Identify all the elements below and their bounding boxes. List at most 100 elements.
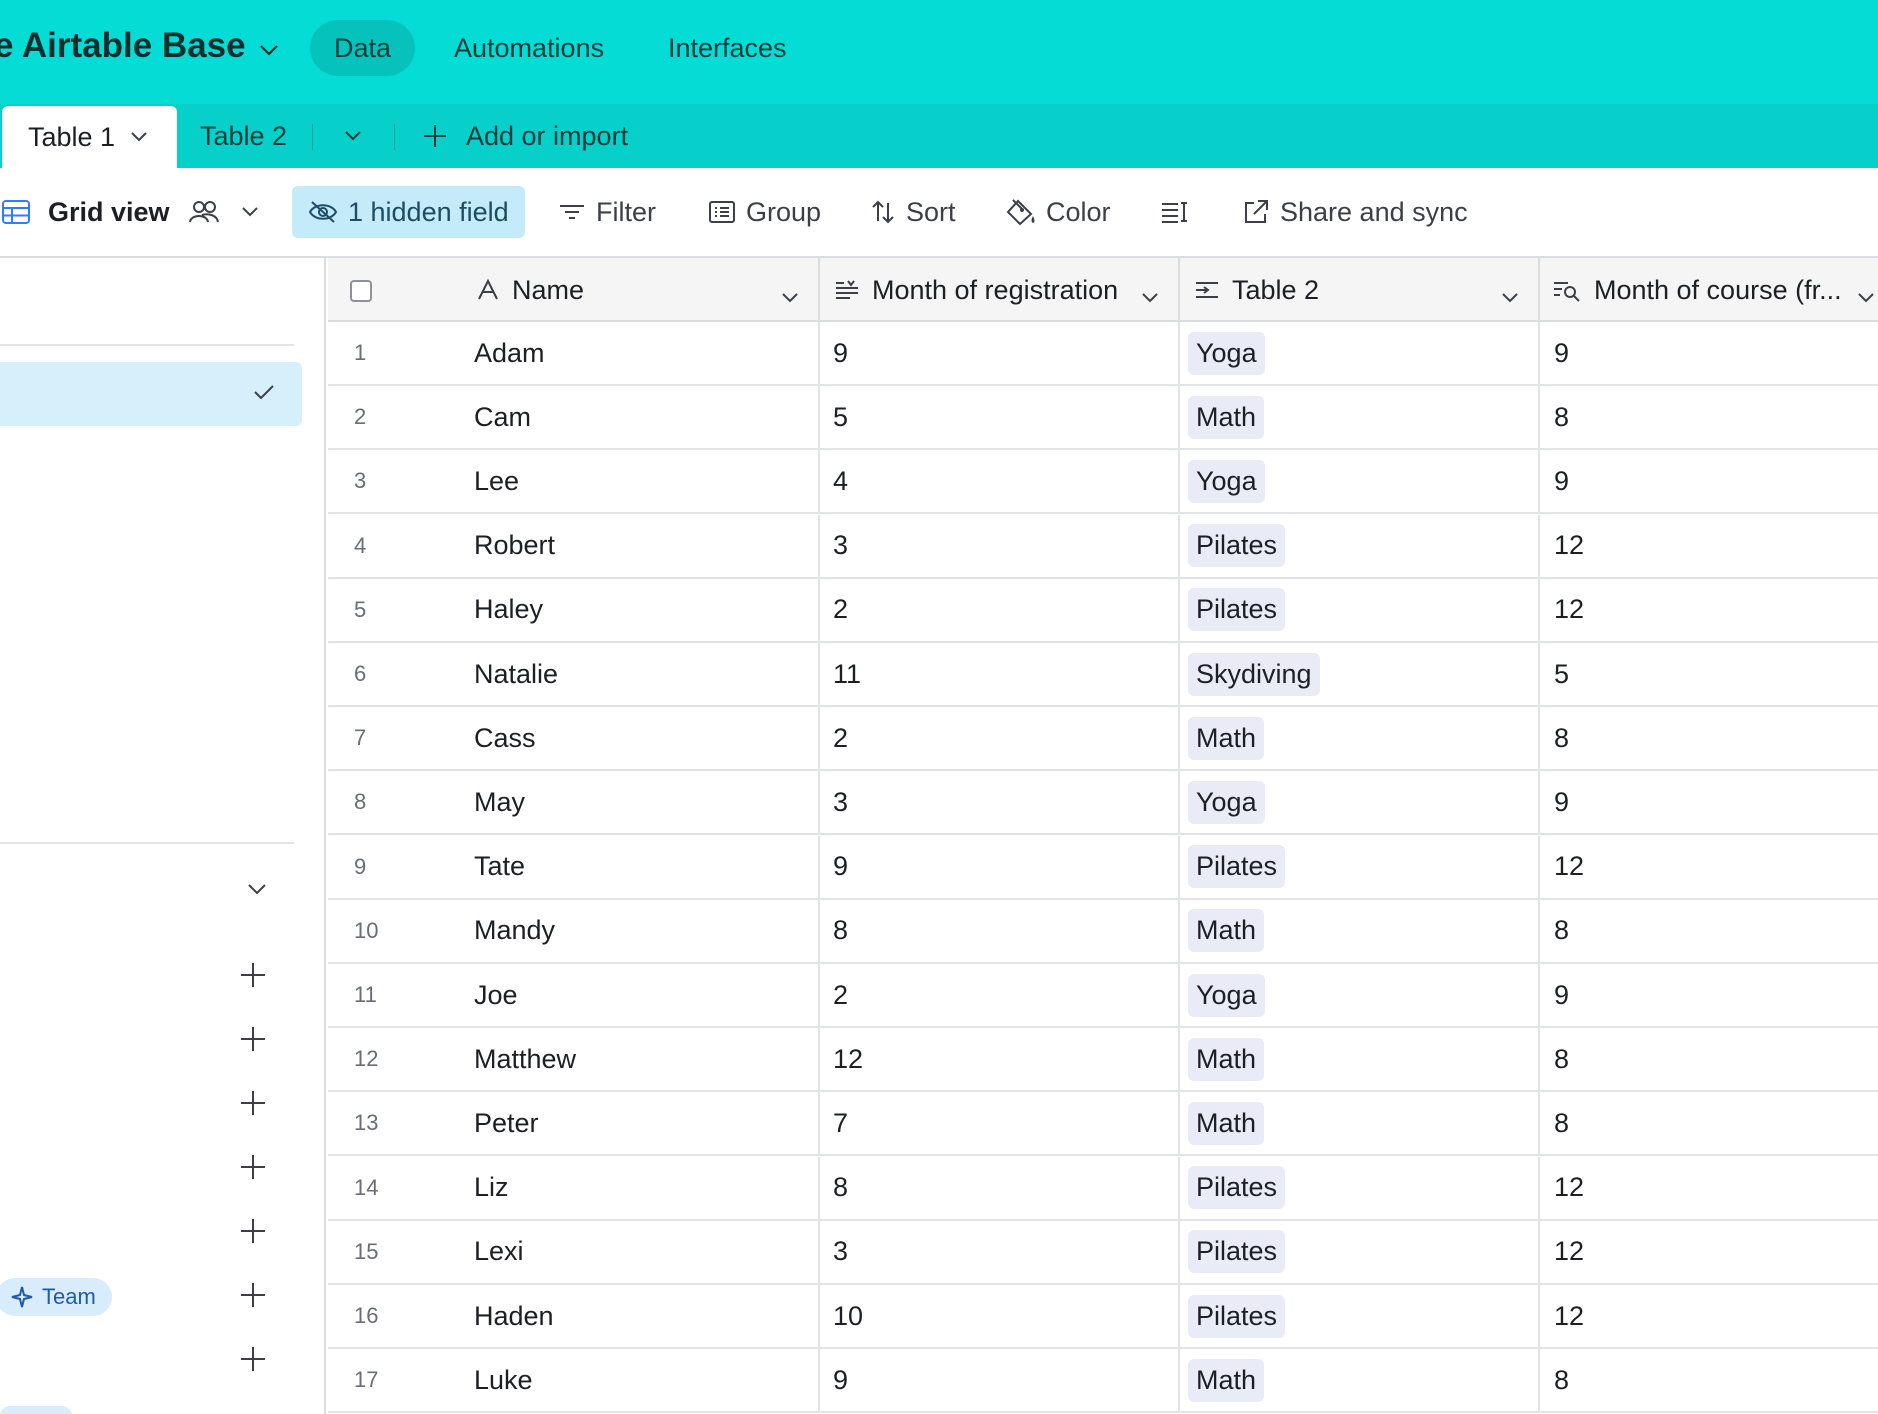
month-of-registration-cell[interactable]: 4 xyxy=(820,450,1180,513)
name-cell[interactable]: Tate xyxy=(328,835,820,898)
plus-icon[interactable] xyxy=(240,1026,266,1052)
table-2-cell[interactable]: Yoga xyxy=(1180,771,1540,834)
column-header-month-of-registration[interactable]: Month of registration xyxy=(820,258,1180,322)
name-cell[interactable]: Cass xyxy=(328,707,820,770)
plus-icon[interactable] xyxy=(240,962,266,988)
linked-record-chip[interactable]: Pilates xyxy=(1188,1294,1286,1338)
name-cell[interactable]: Luke xyxy=(328,1349,820,1412)
month-of-registration-cell[interactable]: 8 xyxy=(820,899,1180,962)
month-of-course-cell[interactable]: 5 xyxy=(1540,643,1878,705)
group-button[interactable]: Group xyxy=(708,186,821,238)
month-of-registration-cell[interactable]: 10 xyxy=(820,1285,1180,1347)
month-of-registration-cell[interactable]: 2 xyxy=(820,964,1180,1026)
month-of-registration-cell[interactable]: 7 xyxy=(820,1092,1180,1155)
table-row[interactable]: 9 Tate 9 Pilates 12 xyxy=(328,835,1878,900)
sort-button[interactable]: Sort xyxy=(870,186,956,238)
name-cell[interactable]: Mandy xyxy=(328,899,820,962)
table-2-cell[interactable]: Pilates xyxy=(1180,514,1540,577)
linked-record-chip[interactable]: Pilates xyxy=(1188,1166,1286,1210)
month-of-registration-cell[interactable]: 3 xyxy=(820,771,1180,834)
chevron-down-icon[interactable] xyxy=(129,131,149,143)
month-of-course-cell[interactable]: 12 xyxy=(1540,1285,1878,1347)
table-row[interactable]: 6 Natalie 11 Skydiving 5 xyxy=(328,643,1878,707)
tab-table-2[interactable]: Table 2 xyxy=(200,104,287,168)
add-or-import-button[interactable]: Add or import xyxy=(422,104,628,168)
table-2-cell[interactable]: Skydiving xyxy=(1180,643,1540,705)
select-all-checkbox[interactable] xyxy=(350,280,372,302)
name-cell[interactable]: Haden xyxy=(328,1285,820,1347)
table-2-cell[interactable]: Pilates xyxy=(1180,578,1540,641)
month-of-course-cell[interactable]: 8 xyxy=(1540,707,1878,769)
linked-record-chip[interactable]: Yoga xyxy=(1188,459,1265,503)
month-of-course-cell[interactable]: 9 xyxy=(1540,322,1878,384)
table-2-cell[interactable]: Math xyxy=(1180,707,1540,770)
base-name-menu[interactable]: e Airtable Base xyxy=(0,26,280,66)
plus-icon[interactable] xyxy=(240,1282,266,1308)
sidebar-chip[interactable] xyxy=(0,1406,72,1414)
column-header-table-2[interactable]: Table 2 xyxy=(1180,258,1540,322)
table-row[interactable]: 10 Mandy 8 Math 8 xyxy=(328,899,1878,964)
month-of-course-cell[interactable]: 9 xyxy=(1540,964,1878,1026)
table-row[interactable]: 4 Robert 3 Pilates 12 xyxy=(328,514,1878,579)
table-row[interactable]: 5 Haley 2 Pilates 12 xyxy=(328,578,1878,643)
linked-record-chip[interactable]: Math xyxy=(1188,909,1265,953)
table-2-cell[interactable]: Pilates xyxy=(1180,835,1540,898)
month-of-registration-cell[interactable]: 9 xyxy=(820,322,1180,384)
table-2-cell[interactable]: Math xyxy=(1180,1092,1540,1155)
table-row[interactable]: 1 Adam 9 Yoga 9 xyxy=(328,322,1878,386)
linked-record-chip[interactable]: Pilates xyxy=(1188,845,1286,889)
view-switcher[interactable]: Grid view xyxy=(2,186,260,238)
sidebar-view-item-selected[interactable] xyxy=(0,362,302,426)
month-of-course-cell[interactable]: 12 xyxy=(1540,515,1878,577)
month-of-course-cell[interactable]: 12 xyxy=(1540,836,1878,898)
table-row[interactable]: 13 Peter 7 Math 8 xyxy=(328,1092,1878,1157)
name-cell[interactable]: Liz xyxy=(328,1156,820,1219)
table-row[interactable]: 11 Joe 2 Yoga 9 xyxy=(328,964,1878,1028)
table-2-cell[interactable]: Yoga xyxy=(1180,322,1540,384)
linked-record-chip[interactable]: Yoga xyxy=(1188,973,1265,1017)
table-2-cell[interactable]: Yoga xyxy=(1180,450,1540,513)
all-tables-dropdown[interactable] xyxy=(343,104,363,168)
month-of-registration-cell[interactable]: 2 xyxy=(820,578,1180,641)
linked-record-chip[interactable]: Skydiving xyxy=(1188,652,1320,696)
month-of-registration-cell[interactable]: 2 xyxy=(820,707,1180,770)
table-row[interactable]: 2 Cam 5 Math 8 xyxy=(328,386,1878,451)
month-of-course-cell[interactable]: 9 xyxy=(1540,450,1878,512)
linked-record-chip[interactable]: Pilates xyxy=(1188,524,1286,568)
plus-icon[interactable] xyxy=(240,1346,266,1372)
linked-record-chip[interactable]: Pilates xyxy=(1188,1230,1286,1274)
name-cell[interactable]: Adam xyxy=(328,322,820,384)
linked-record-chip[interactable]: Pilates xyxy=(1188,588,1286,632)
name-cell[interactable]: Cam xyxy=(328,386,820,449)
month-of-course-cell[interactable]: 8 xyxy=(1540,1092,1878,1154)
month-of-registration-cell[interactable]: 3 xyxy=(820,514,1180,577)
plus-icon[interactable] xyxy=(240,1218,266,1244)
plus-icon[interactable] xyxy=(240,1154,266,1180)
nav-interfaces[interactable]: Interfaces xyxy=(644,20,811,76)
linked-record-chip[interactable]: Yoga xyxy=(1188,331,1265,375)
linked-record-chip[interactable]: Math xyxy=(1188,1101,1265,1145)
table-row[interactable]: 7 Cass 2 Math 8 xyxy=(328,707,1878,772)
table-2-cell[interactable]: Yoga xyxy=(1180,964,1540,1026)
table-2-cell[interactable]: Pilates xyxy=(1180,1220,1540,1283)
month-of-course-cell[interactable]: 8 xyxy=(1540,1028,1878,1090)
name-cell[interactable]: May xyxy=(328,771,820,834)
table-row[interactable]: 17 Luke 9 Math 8 xyxy=(328,1349,1878,1414)
month-of-registration-cell[interactable]: 5 xyxy=(820,386,1180,449)
name-cell[interactable]: Robert xyxy=(328,514,820,577)
month-of-registration-cell[interactable]: 9 xyxy=(820,835,1180,898)
month-of-registration-cell[interactable]: 11 xyxy=(820,643,1180,705)
name-cell[interactable]: Joe xyxy=(328,964,820,1026)
table-row[interactable]: 15 Lexi 3 Pilates 12 xyxy=(328,1220,1878,1285)
table-2-cell[interactable]: Pilates xyxy=(1180,1156,1540,1219)
nav-automations[interactable]: Automations xyxy=(430,20,628,76)
month-of-course-cell[interactable]: 9 xyxy=(1540,771,1878,833)
table-2-cell[interactable]: Math xyxy=(1180,386,1540,449)
table-2-cell[interactable]: Math xyxy=(1180,899,1540,962)
chevron-down-icon[interactable] xyxy=(780,280,800,311)
table-2-cell[interactable]: Math xyxy=(1180,1349,1540,1412)
month-of-registration-cell[interactable]: 9 xyxy=(820,1349,1180,1412)
month-of-course-cell[interactable]: 8 xyxy=(1540,386,1878,448)
month-of-registration-cell[interactable]: 8 xyxy=(820,1156,1180,1219)
table-row[interactable]: 8 May 3 Yoga 9 xyxy=(328,771,1878,836)
